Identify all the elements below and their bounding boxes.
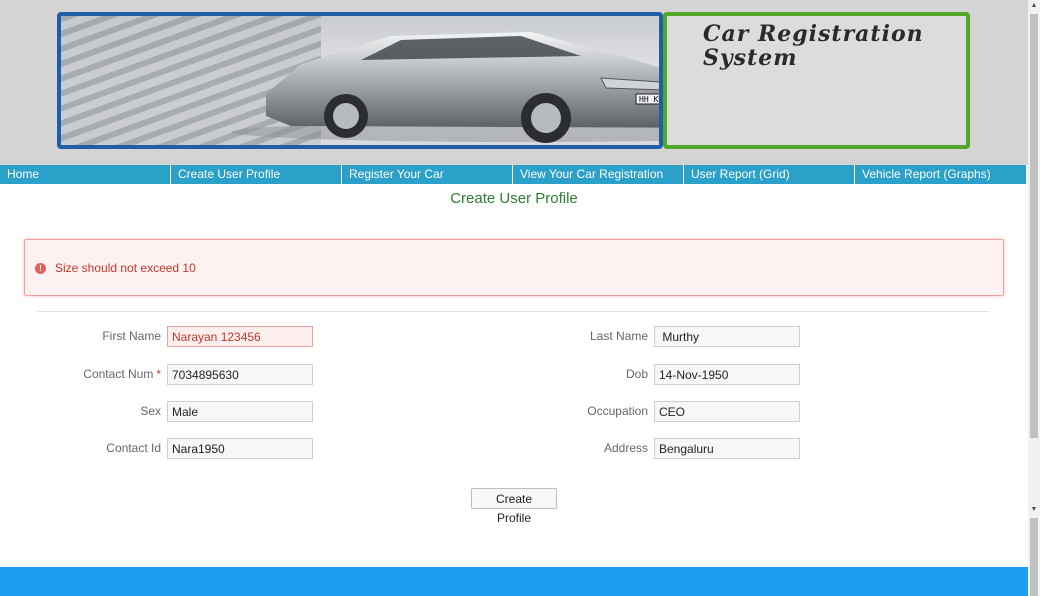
app-title: Car Registration System [703,21,924,71]
main-nav: Home Create User Profile Register Your C… [0,165,1026,184]
scroll-up-arrow-icon[interactable]: ▲ [1028,0,1040,12]
address-input[interactable] [654,438,800,459]
error-message: Size should not exceed 10 [55,261,196,275]
svg-text:HH KK 3525: HH KK 3525 [639,95,659,104]
scrollbar-lower-thumb[interactable] [1030,518,1038,596]
divider [37,311,990,312]
dob-input[interactable] [654,364,800,385]
error-icon: ! [35,263,46,274]
footer-bar [0,567,1028,596]
error-message-box: ! Size should not exceed 10 [24,239,1004,296]
occupation-input[interactable] [654,401,800,422]
vertical-scrollbar[interactable]: ▲ ▼ [1028,0,1040,596]
page-title: Create User Profile [450,190,578,207]
banner-title-panel: Car Registration System [663,12,970,149]
car-icon: HH KK 3525 [231,32,659,143]
last-name-input[interactable] [654,326,800,347]
scroll-down-arrow-icon[interactable]: ▼ [1028,504,1040,516]
contact-id-input[interactable] [167,438,313,459]
first-name-input[interactable] [167,326,313,347]
nav-vehicle-report-graphs[interactable]: Vehicle Report (Graphs) [855,165,1026,184]
scrollbar-thumb[interactable] [1030,14,1038,438]
create-profile-button[interactable]: Create Profile [471,488,557,525]
nav-home[interactable]: Home [0,165,171,184]
last-name-label: Last Name [589,329,648,343]
car-photo: HH KK 3525 [57,12,663,149]
sex-input[interactable] [167,401,313,422]
nav-view-car-registration[interactable]: View Your Car Registration [513,165,684,184]
nav-create-user-profile[interactable]: Create User Profile [171,165,342,184]
nav-user-report-grid[interactable]: User Report (Grid) [684,165,855,184]
contact-num-label: Contact Num * [83,367,161,381]
required-marker: * [156,367,161,381]
first-name-label: First Name [102,329,161,343]
contact-id-label: Contact Id [106,441,161,455]
header: HH KK 3525 Car Registration System [0,0,1028,165]
dob-label: Dob [625,367,648,381]
sex-label: Sex [140,404,161,418]
contact-num-input[interactable] [167,364,313,385]
occupation-label: Occupation [587,404,648,418]
nav-register-your-car[interactable]: Register Your Car [342,165,513,184]
banner-image: HH KK 3525 Car Registration System [57,12,970,149]
address-label: Address [603,441,648,455]
